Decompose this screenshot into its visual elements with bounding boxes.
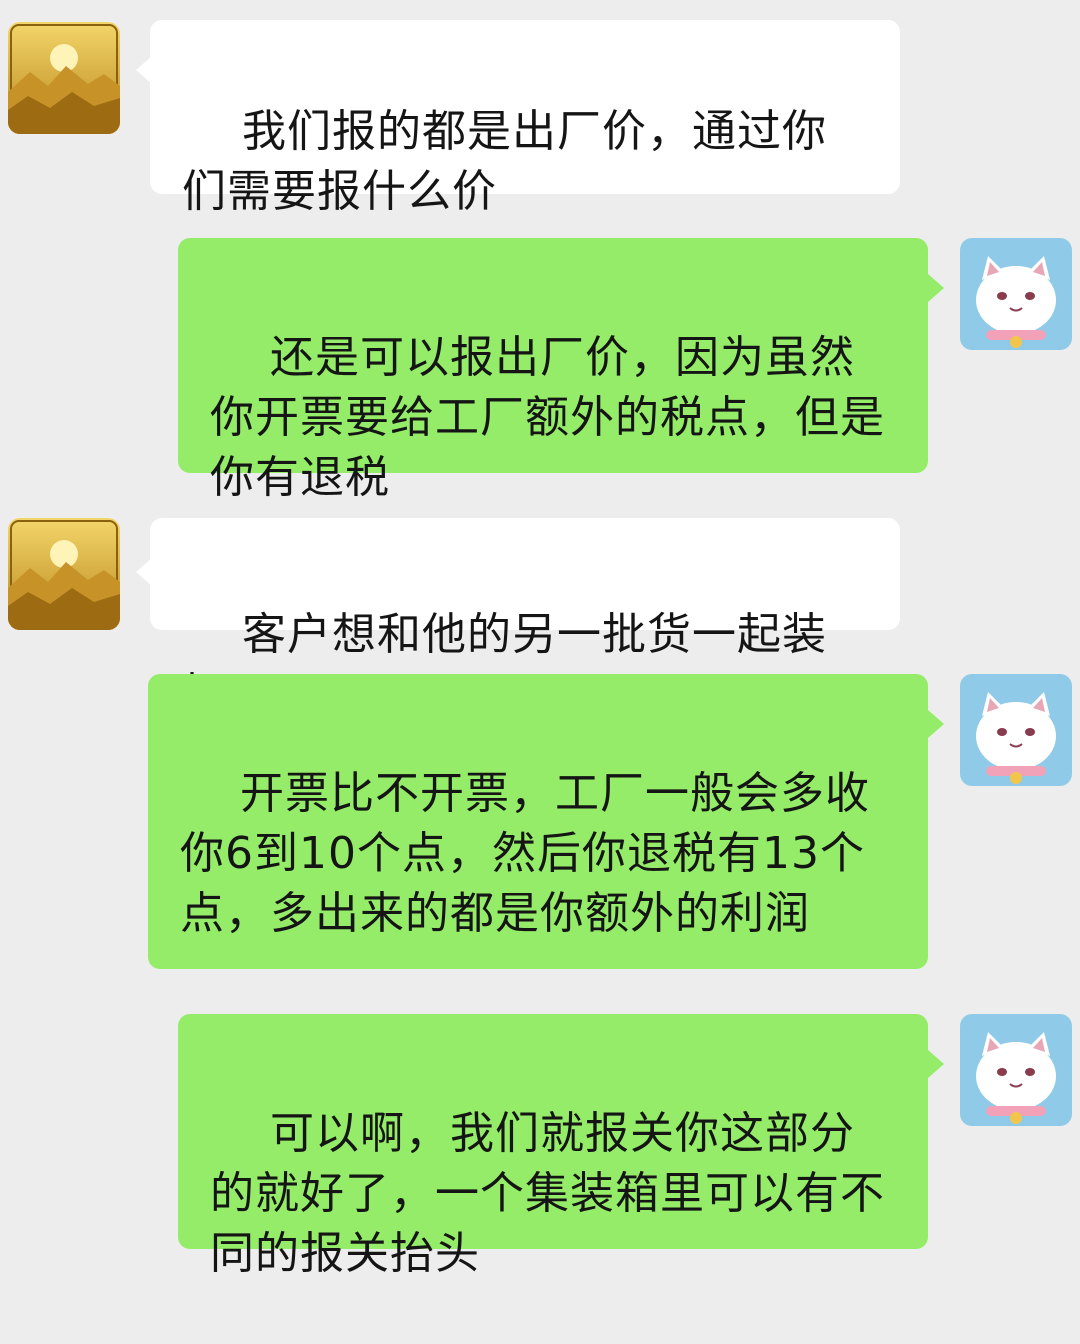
self-avatar[interactable]: [960, 674, 1072, 786]
message-bubble-incoming[interactable]: 我们报的都是出厂价，通过你们需要报什么价: [150, 20, 900, 217]
message-bubble-outgoing[interactable]: 可以啊，我们就报关你这部分的就好了，一个集装箱里可以有不同的报关抬头: [178, 1014, 928, 1279]
chat-window: 我们报的都是出厂价，通过你们需要报什么价 还是可以报出厂价，因为虽然你开票要给工…: [0, 0, 1080, 1279]
white-cat-icon: [960, 238, 1072, 350]
contact-avatar[interactable]: [8, 22, 120, 134]
message-text: 可以啊，我们就报关你这部分的就好了，一个集装箱里可以有不同的报关抬头: [210, 1108, 885, 1279]
message-bubble-outgoing[interactable]: 还是可以报出厂价，因为虽然你开票要给工厂额外的税点，但是你有退税: [178, 238, 928, 503]
white-cat-icon: [960, 1014, 1072, 1126]
self-avatar[interactable]: [960, 1014, 1072, 1126]
bubble-tail: [928, 1050, 944, 1078]
white-cat-icon: [960, 674, 1072, 786]
bubble-tail: [928, 710, 944, 738]
golden-mountain-icon: [8, 518, 120, 630]
contact-avatar[interactable]: [8, 518, 120, 630]
message-bubble-outgoing[interactable]: 开票比不开票，工厂一般会多收你6到10个点，然后你退税有13个点，多出来的都是你…: [148, 674, 928, 969]
message-text: 我们报的都是出厂价，通过你们需要报什么价: [182, 106, 827, 217]
message-text: 还是可以报出厂价，因为虽然你开票要给工厂额外的税点，但是你有退税: [210, 332, 885, 503]
message-text: 开票比不开票，工厂一般会多收你6到10个点，然后你退税有13个点，多出来的都是你…: [180, 768, 870, 939]
message-bubble-incoming[interactable]: 客户想和他的另一批货一起装柜: [150, 518, 900, 720]
golden-mountain-icon: [8, 22, 120, 134]
bubble-tail: [928, 274, 944, 302]
self-avatar[interactable]: [960, 238, 1072, 350]
